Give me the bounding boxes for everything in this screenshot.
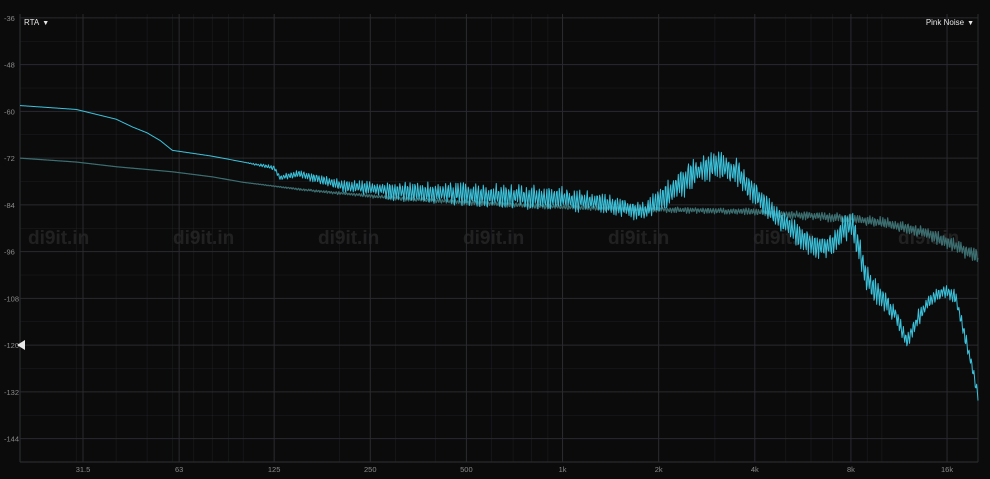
x-tick-label: 63 (175, 465, 183, 474)
x-tick-label: 4k (751, 465, 759, 474)
x-tick-label: 8k (847, 465, 855, 474)
chevron-down-icon: ▼ (967, 20, 974, 27)
watermark-text: di9it.in (173, 228, 234, 249)
reference-level-handle[interactable] (17, 340, 25, 351)
x-tick-label: 1k (559, 465, 567, 474)
y-tick-label: -60 (4, 107, 15, 116)
watermark-text: di9it.in (28, 228, 89, 249)
x-tick-label: 16k (941, 465, 953, 474)
y-tick-label: -36 (4, 14, 15, 23)
y-tick-label: -108 (4, 294, 19, 303)
watermark-text: di9it.in (463, 228, 524, 249)
noise-source-dropdown[interactable]: Pink Noise ▼ (926, 18, 974, 27)
y-tick-label: -144 (4, 435, 19, 444)
noise-source-label: Pink Noise (925, 18, 965, 27)
y-tick-label: -132 (4, 388, 19, 397)
y-tick-label: -72 (4, 154, 15, 163)
chevron-down-icon: ▼ (42, 20, 50, 27)
x-tick-label: 500 (460, 465, 473, 474)
rta-mode-dropdown[interactable]: RTA ▼ (24, 18, 49, 27)
watermark-text: di9it.in (608, 228, 669, 249)
y-tick-label: -84 (4, 201, 15, 210)
x-tick-label: 125 (268, 465, 281, 474)
x-tick-label: 2k (655, 465, 663, 474)
y-tick-label: -48 (4, 61, 15, 70)
x-tick-label: 31.5 (76, 465, 91, 474)
y-tick-label: -96 (4, 248, 15, 257)
rta-mode-label: RTA (24, 18, 40, 27)
rta-chart: di9it.in di9it.in di9it.in di9it.in di9it.in… (0, 0, 990, 479)
x-tick-label: 250 (364, 465, 377, 474)
